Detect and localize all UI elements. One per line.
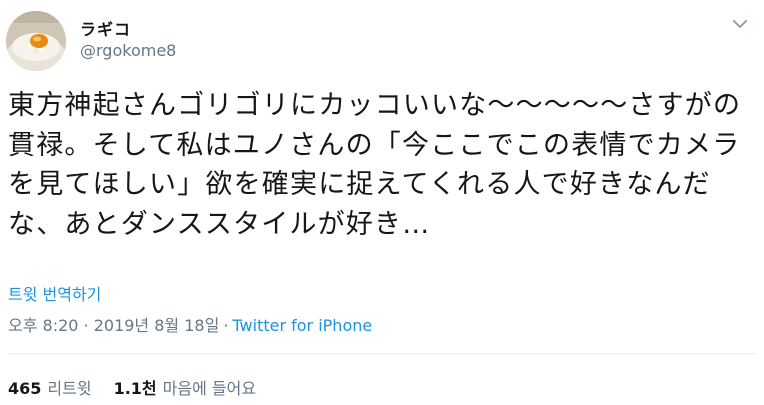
- tweet-text: 東方神起さんゴリゴリにカッコいいな〜〜〜〜〜さすがの貫禄。そして私はユノさんの「…: [8, 90, 742, 240]
- author-handle[interactable]: @rgokome8: [80, 41, 176, 60]
- likes-stat[interactable]: 1.1천 마음에 들어요: [114, 375, 256, 399]
- author-display-name[interactable]: ラギコ: [80, 16, 131, 40]
- translate-tweet-link[interactable]: 트윗 번역하기: [8, 281, 101, 305]
- likes-label: 마음에 들어요: [162, 379, 257, 398]
- likes-count: 1.1천: [113, 379, 157, 398]
- meta-separator: ·: [223, 316, 229, 335]
- avatar-image: [6, 11, 66, 71]
- tweet-stats: 465 리트윗 1.1천 마음에 들어요: [8, 375, 256, 399]
- retweets-label: 리트윗: [47, 379, 92, 398]
- divider: [8, 353, 756, 354]
- tweet-timestamp[interactable]: 오후 8:20 · 2019년 8월 18일: [8, 316, 219, 335]
- tweet-card: ラギコ @rgokome8 東方神起さんゴリゴリにカッコいいな〜〜〜〜〜さすがの…: [0, 0, 764, 405]
- avatar[interactable]: [6, 11, 66, 71]
- chevron-down-icon[interactable]: [730, 14, 750, 34]
- retweets-stat[interactable]: 465 리트윗: [8, 375, 92, 399]
- tweet-source-link[interactable]: Twitter for iPhone: [232, 316, 372, 335]
- tweet-meta: 오후 8:20 · 2019년 8월 18일 · Twitter for iPhon…: [8, 312, 372, 336]
- retweets-count: 465: [8, 379, 42, 398]
